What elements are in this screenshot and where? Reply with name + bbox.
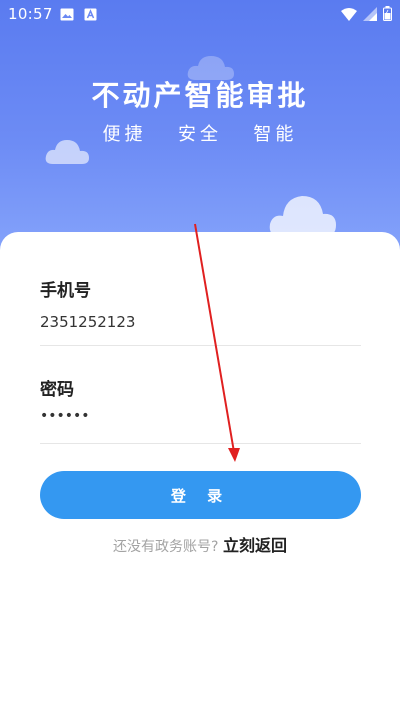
status-left-icons [60, 7, 97, 25]
password-input[interactable]: •••••• [40, 408, 360, 428]
login-button-label: 登 录 [170, 486, 231, 505]
app-subtitle: 便捷 安全 智能 [102, 124, 298, 145]
login-button[interactable]: 登 录 [40, 471, 361, 519]
return-link[interactable]: 立刻返回 [223, 536, 287, 555]
register-row: 还没有政务账号? 立刻返回 [0, 532, 400, 556]
phone-divider [40, 345, 361, 346]
cloud-decoration-right [269, 196, 336, 236]
text-a-icon [84, 7, 97, 25]
status-bar: 10:57 [0, 0, 400, 28]
phone-input[interactable] [40, 312, 360, 332]
password-divider [40, 443, 361, 444]
header-banner: 10:57 不动产智能审批 便捷 安全 智能 [0, 0, 400, 260]
status-time: 10:57 [8, 5, 53, 23]
image-icon [60, 7, 74, 25]
password-label: 密码 [40, 380, 74, 400]
phone-label: 手机号 [40, 281, 91, 301]
battery-icon [383, 6, 392, 25]
status-right-icons [341, 6, 392, 25]
app-title: 不动产智能审批 [91, 79, 309, 112]
signal-icon [363, 6, 377, 25]
register-prompt: 还没有政务账号? [113, 539, 219, 555]
wifi-icon [341, 7, 357, 25]
